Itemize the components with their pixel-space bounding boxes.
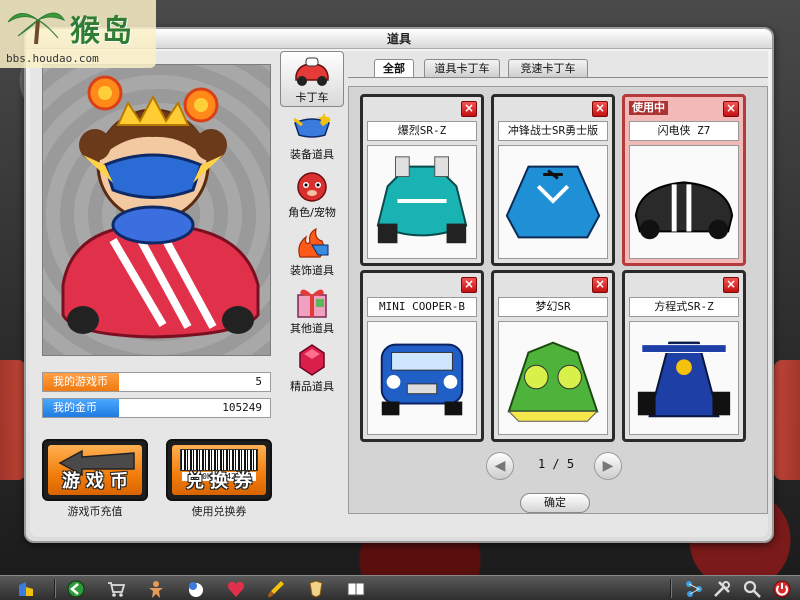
- heart-icon[interactable]: [226, 579, 246, 599]
- badge-icon[interactable]: [306, 579, 326, 599]
- watermark: 猴岛 bbs.houdao.com: [0, 0, 156, 68]
- gift-box-icon: [297, 289, 327, 318]
- gold-label: 我的金币: [43, 399, 119, 417]
- item-name: 方程式SR-Z: [629, 297, 739, 317]
- start-icon[interactable]: [16, 579, 36, 599]
- taskbar: [0, 575, 800, 600]
- gold-value: 105249: [222, 401, 262, 414]
- page-indicator: 1 / 5: [537, 457, 575, 471]
- item-thumbnail: [629, 145, 739, 259]
- arrow-left-icon[interactable]: ◀: [486, 452, 514, 480]
- character-icon[interactable]: [146, 579, 166, 599]
- item-thumbnail: [367, 321, 477, 435]
- character-preview: [42, 64, 271, 356]
- taskbar-separator: [54, 579, 56, 598]
- pager: ◀ 1 / 5 ▶: [486, 452, 626, 480]
- background-decoration-left: [0, 360, 26, 480]
- shop-cart-icon[interactable]: [106, 579, 126, 599]
- watermark-url: bbs.houdao.com: [6, 52, 99, 65]
- tab-item-kart[interactable]: 道具卡丁车: [424, 59, 500, 77]
- item-name: 冲锋战士SR勇士版: [498, 121, 608, 141]
- game-coin-stat: 我的游戏币 5: [42, 372, 271, 392]
- use-coupon-button[interactable]: B 0K5B74266 兑换券: [166, 439, 272, 501]
- item-card[interactable]: × 梦幻SR: [491, 270, 615, 442]
- item-thumbnail: [629, 321, 739, 435]
- close-icon[interactable]: ×: [723, 277, 739, 293]
- gold-stat: 我的金币 105249: [42, 398, 271, 418]
- category-other-label: 其他道具: [290, 322, 334, 335]
- kart-image: [380, 343, 464, 416]
- pet-icon: [297, 172, 327, 202]
- brush-icon[interactable]: [266, 579, 286, 599]
- item-thumbnail: [367, 145, 477, 259]
- kart-icon: [295, 57, 329, 86]
- background-decoration-right: [774, 360, 800, 480]
- category-kart-label: 卡丁车: [295, 91, 329, 104]
- close-icon[interactable]: ×: [723, 101, 739, 117]
- item-card[interactable]: × 方程式SR-Z: [622, 270, 746, 442]
- category-other[interactable]: 其他道具: [280, 283, 344, 339]
- game-coin-button-text: 游戏币: [62, 471, 134, 492]
- kart-image: [505, 165, 601, 239]
- ok-button[interactable]: 确定: [520, 493, 590, 513]
- goggles-icon: [293, 113, 331, 138]
- kart-image: [637, 341, 731, 418]
- category-decoration-label: 装饰道具: [290, 264, 334, 277]
- search-icon[interactable]: [742, 579, 762, 599]
- tab-all[interactable]: 全部: [374, 59, 414, 78]
- in-use-badge: 使用中: [629, 101, 668, 115]
- kart-image: [634, 181, 734, 240]
- item-name: 爆烈SR-Z: [367, 121, 477, 141]
- item-card[interactable]: × MINI COOPER-B: [360, 270, 484, 442]
- gem-icon: [299, 344, 325, 376]
- category-kart[interactable]: 卡丁车: [280, 51, 344, 107]
- item-name: 闪电侠 Z7: [629, 121, 739, 141]
- power-icon[interactable]: [772, 579, 792, 599]
- item-thumbnail: [498, 145, 608, 259]
- category-premium-label: 精品道具: [290, 380, 334, 393]
- close-icon[interactable]: ×: [592, 277, 608, 293]
- item-card[interactable]: × 冲锋战士SR勇士版: [491, 94, 615, 266]
- coupon-button-text: 兑换券: [186, 471, 258, 492]
- item-name: 梦幻SR: [498, 297, 608, 317]
- close-icon[interactable]: ×: [592, 101, 608, 117]
- category-character-pet[interactable]: 角色/宠物: [280, 167, 344, 223]
- palm-tree-logo-icon: [7, 12, 66, 45]
- game-coin-label: 我的游戏币: [43, 373, 119, 391]
- game-coin-recharge-caption: 游戏币充值: [67, 505, 123, 518]
- close-icon[interactable]: ×: [461, 101, 477, 117]
- kart-image: [376, 156, 468, 244]
- tab-racing-kart[interactable]: 竞速卡丁车: [508, 59, 588, 77]
- use-coupon-caption: 使用兑换券: [191, 505, 247, 518]
- back-icon[interactable]: [66, 579, 86, 599]
- game-coin-recharge-button[interactable]: 游戏币: [42, 439, 148, 501]
- category-decoration[interactable]: 装饰道具: [280, 225, 344, 281]
- item-thumbnail: [498, 321, 608, 435]
- kart-image: [507, 341, 599, 422]
- network-icon[interactable]: [684, 579, 704, 599]
- character-kart-illustration: [61, 75, 260, 339]
- tools-icon[interactable]: [712, 579, 732, 599]
- tab-divider: [348, 77, 768, 78]
- category-equipment-label: 装备道具: [290, 148, 334, 161]
- category-premium[interactable]: 精品道具: [280, 341, 344, 397]
- game-coin-value: 5: [255, 375, 262, 388]
- arrow-right-icon[interactable]: ▶: [594, 452, 622, 480]
- decoration-icon: [298, 227, 329, 258]
- category-character-pet-label: 角色/宠物: [288, 206, 336, 219]
- close-icon[interactable]: ×: [461, 277, 477, 293]
- book-icon[interactable]: [346, 579, 366, 599]
- chat-icon[interactable]: [186, 579, 206, 599]
- item-name: MINI COOPER-B: [367, 297, 477, 317]
- category-equipment[interactable]: 装备道具: [280, 109, 344, 165]
- item-card[interactable]: × 爆烈SR-Z: [360, 94, 484, 266]
- watermark-brand: 猴岛: [70, 14, 134, 49]
- taskbar-separator: [670, 579, 672, 598]
- item-card-in-use[interactable]: 使用中 × 闪电侠 Z7: [622, 94, 746, 266]
